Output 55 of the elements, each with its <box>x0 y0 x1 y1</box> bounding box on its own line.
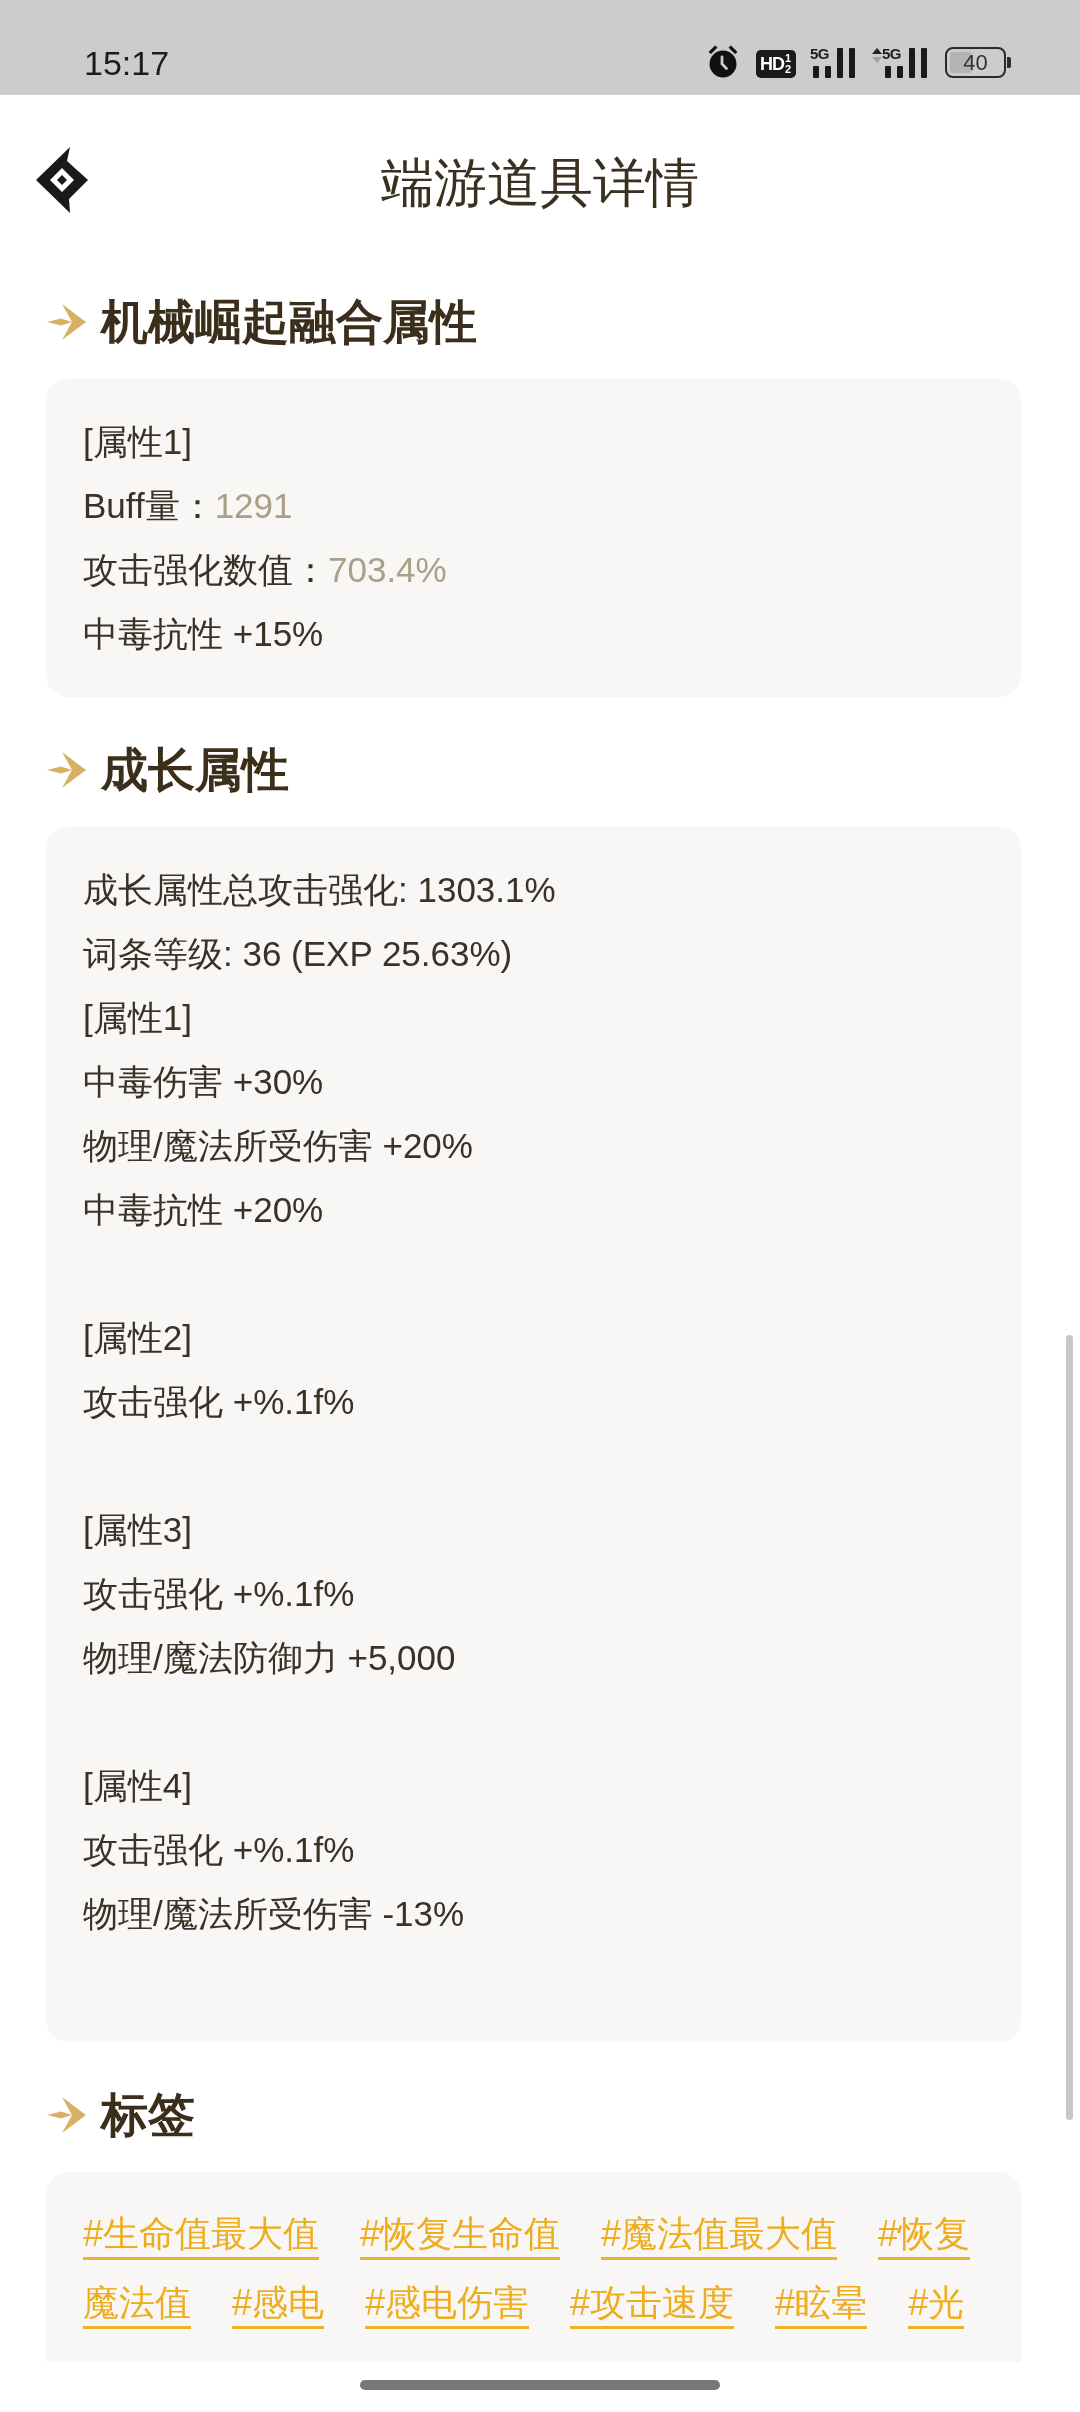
section-title: 机械崛起融合属性 <box>101 294 477 350</box>
signal-bar-icon <box>813 66 819 78</box>
tag-link[interactable]: 魔法值 <box>83 2282 191 2329</box>
signal-bar-icon <box>825 66 831 78</box>
stat-label: Buff量： <box>83 486 215 526</box>
scrollbar-thumb[interactable] <box>1066 1335 1073 2120</box>
attribute-line: 中毒抗性 +15% <box>83 613 324 655</box>
battery-level: 40 <box>945 47 1006 78</box>
arrow-icon <box>47 302 86 342</box>
signal-bar-icon <box>837 48 843 78</box>
group-title: [属性4] <box>83 1765 192 1807</box>
stat-value: 1291 <box>214 486 293 526</box>
tag-link[interactable]: #眩晕 <box>775 2282 868 2329</box>
signal-bar-icon <box>909 48 915 78</box>
tag-link[interactable]: #生命值最大值 <box>83 2213 320 2260</box>
page-title: 端游道具详情 <box>381 151 699 214</box>
network-label: 5G <box>810 46 830 61</box>
tag-link[interactable]: #恢复 <box>878 2213 971 2260</box>
signal-bar-icon <box>849 48 855 78</box>
attribute-line: 物理/魔法防御力 +5,000 <box>83 1637 456 1679</box>
tag-link[interactable]: #恢复生命值 <box>360 2213 561 2260</box>
tag-link[interactable]: #光 <box>908 2282 965 2329</box>
alarm-clock-icon <box>707 44 739 78</box>
arrow-icon <box>47 2095 86 2135</box>
summary-line: 成长属性总攻击强化: 1303.1% <box>83 869 556 911</box>
attribute-line: 攻击强化 +%.1f% <box>83 1381 355 1423</box>
attribute-line: 中毒伤害 +30% <box>83 1061 324 1103</box>
tag-link[interactable]: #攻击速度 <box>570 2282 735 2329</box>
hd-label: HD <box>760 54 784 74</box>
attribute-line: 攻击强化 +%.1f% <box>83 1573 355 1615</box>
tag-link[interactable]: #感电 <box>232 2282 325 2329</box>
logo-icon[interactable] <box>36 147 88 213</box>
section-title: 标签 <box>101 2087 195 2143</box>
attribute-line: 物理/魔法所受伤害 +20% <box>83 1125 473 1167</box>
attribute-line: 中毒抗性 +20% <box>83 1189 324 1231</box>
arrow-icon <box>47 750 86 790</box>
signal-bar-icon <box>897 66 903 78</box>
signal-bar-icon <box>885 66 891 78</box>
stat-label: 攻击强化数值： <box>83 550 328 590</box>
group-title: [属性2] <box>83 1317 192 1359</box>
group-title: [属性1] <box>83 997 192 1039</box>
attribute-line: [属性1] <box>83 421 192 463</box>
battery-tip-icon <box>1007 57 1011 68</box>
group-title: [属性3] <box>83 1509 192 1551</box>
network-label: 5G <box>882 46 902 61</box>
hd-digits: 1 2 <box>785 53 792 75</box>
signal-bar-icon <box>921 48 927 78</box>
status-time: 15:17 <box>84 45 170 81</box>
stat-value: 703.4% <box>328 550 447 590</box>
tag-link[interactable]: #感电伤害 <box>365 2282 530 2329</box>
section-title: 成长属性 <box>101 742 289 798</box>
tag-link[interactable]: #魔法值最大值 <box>601 2213 838 2260</box>
attribute-line: 攻击强化 +%.1f% <box>83 1829 355 1871</box>
attribute-line: 物理/魔法所受伤害 -13% <box>83 1893 465 1935</box>
summary-line: 词条等级: 36 (EXP 25.63%) <box>83 933 513 975</box>
